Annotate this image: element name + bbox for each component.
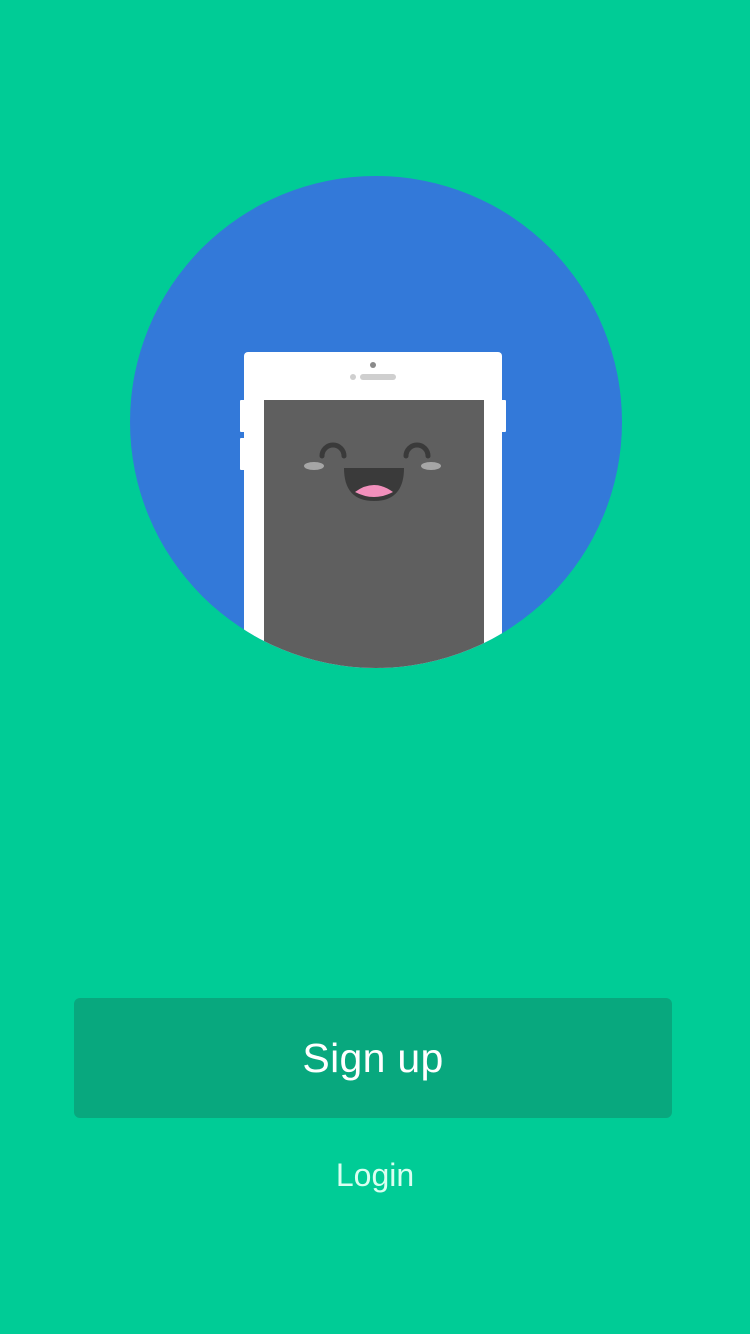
login-link[interactable]: Login [275,1150,475,1200]
sign-up-button[interactable]: Sign up [74,998,672,1118]
onboarding-screen: Sign up Login [0,0,750,1334]
sign-up-label: Sign up [302,1034,444,1081]
phone-icon [240,352,506,668]
login-label: Login [335,1156,415,1193]
smiling-phone-illustration [129,175,623,669]
